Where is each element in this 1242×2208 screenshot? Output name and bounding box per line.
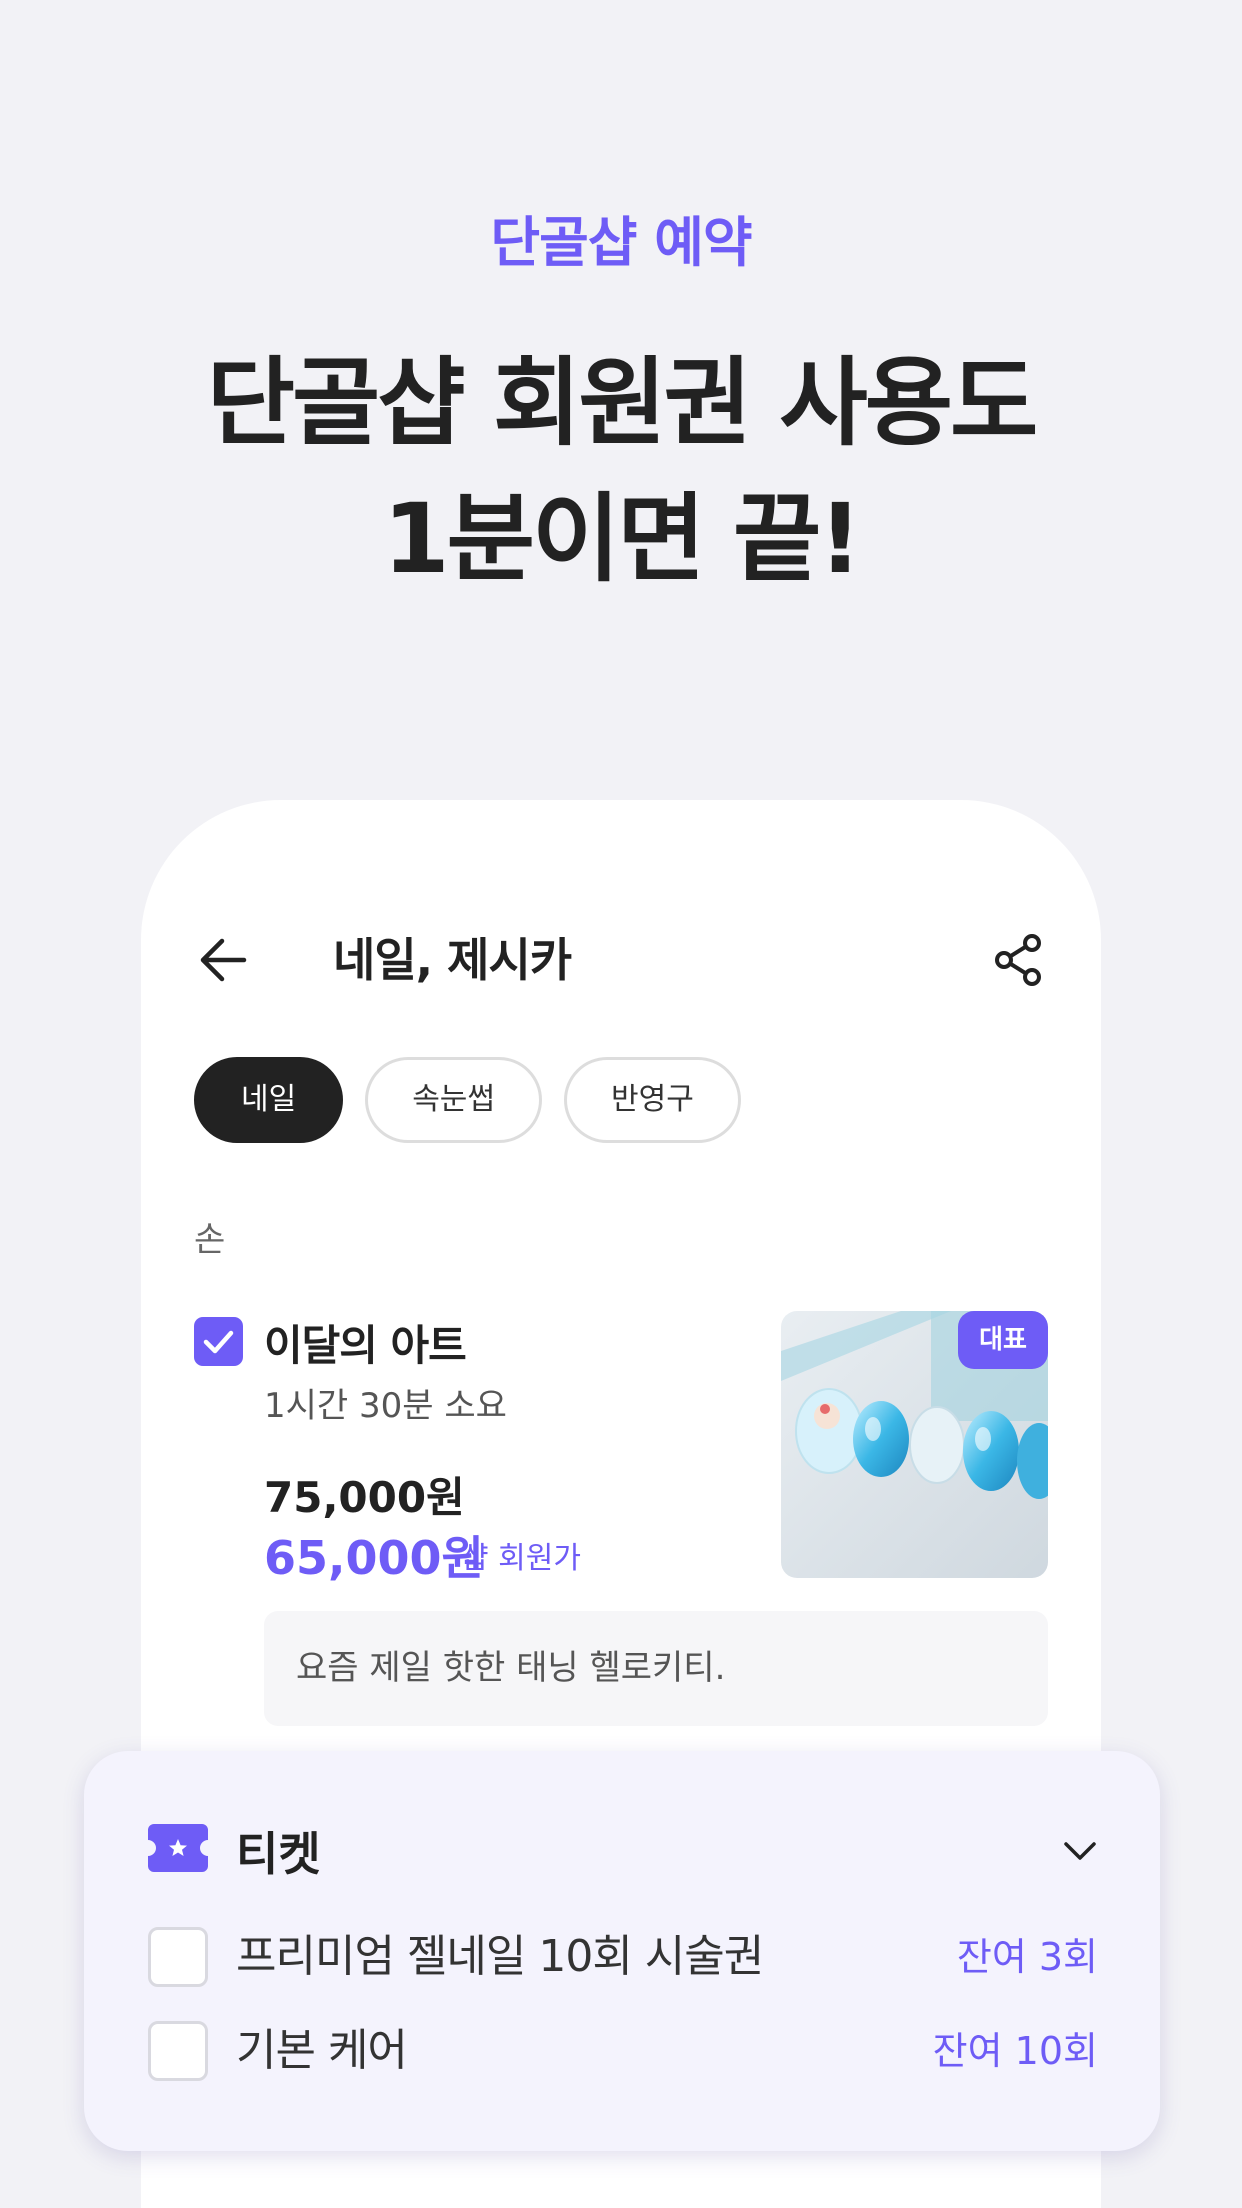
promo-headline-line-1: 단골샵 회원권 사용도 <box>206 347 1039 459</box>
tab-eyelash[interactable]: 속눈썹 <box>365 1057 543 1143</box>
promo-headline: 단골샵 회원권 사용도 1분이면 끝! <box>0 335 1242 607</box>
ticket-checkbox[interactable] <box>148 2021 208 2081</box>
chevron-down-icon <box>1064 1842 1096 1860</box>
ticket-panel: 티켓 프리미엄 젤네일 10회 시술권 잔여 3회 기본 케어 잔여 10회 <box>84 1751 1160 2151</box>
ticket-toggle-button[interactable] <box>1060 1831 1100 1871</box>
section-label: 손 <box>194 1220 226 1260</box>
item-name: 이달의 아트 <box>264 1321 467 1370</box>
item-memo: 요즘 제일 핫한 태닝 헬로키티. <box>264 1611 1048 1726</box>
tab-nail[interactable]: 네일 <box>194 1057 344 1143</box>
item-thumbnail[interactable]: 대표 <box>781 1311 1048 1578</box>
ticket-row[interactable]: 기본 케어 잔여 10회 <box>148 2021 1098 2081</box>
ticket-remaining: 잔여 3회 <box>956 1935 1098 1979</box>
app-screen: 단골샵 예약 단골샵 회원권 사용도 1분이면 끝! 네일, 제시카 네일 속눈… <box>0 0 1242 2208</box>
ticket-name: 기본 케어 <box>236 2025 408 2076</box>
featured-badge: 대표 <box>958 1311 1048 1369</box>
member-price: 65,000원 <box>264 1531 484 1585</box>
ticket-row[interactable]: 프리미엄 젤네일 10회 시술권 잔여 3회 <box>148 1927 1098 1987</box>
ticket-remaining: 잔여 10회 <box>932 2029 1098 2073</box>
member-price-label: 샵 회원가 <box>461 1541 581 1576</box>
page-title: 네일, 제시카 <box>333 933 572 987</box>
share-icon <box>995 934 1041 986</box>
ticket-icon <box>148 1824 208 1872</box>
original-price: 75,000원 <box>264 1473 465 1522</box>
top-bar: 네일, 제시카 <box>194 930 1049 990</box>
promo-headline-line-2: 1분이면 끝! <box>382 483 862 595</box>
checkmark-icon <box>203 1330 234 1354</box>
ticket-title: 티켓 <box>236 1827 321 1881</box>
promo-eyebrow: 단골샵 예약 <box>490 211 752 274</box>
category-tabs: 네일 속눈썹 반영구 <box>194 1057 741 1143</box>
tab-semi-permanent[interactable]: 반영구 <box>564 1057 741 1143</box>
item-checkbox[interactable] <box>194 1317 243 1366</box>
share-button[interactable] <box>989 930 1049 990</box>
arrow-left-icon <box>200 938 247 982</box>
back-button[interactable] <box>194 930 254 990</box>
item-duration: 1시간 30분 소요 <box>264 1386 507 1426</box>
ticket-checkbox[interactable] <box>148 1927 208 1987</box>
ticket-name: 프리미엄 젤네일 10회 시술권 <box>236 1931 764 1982</box>
